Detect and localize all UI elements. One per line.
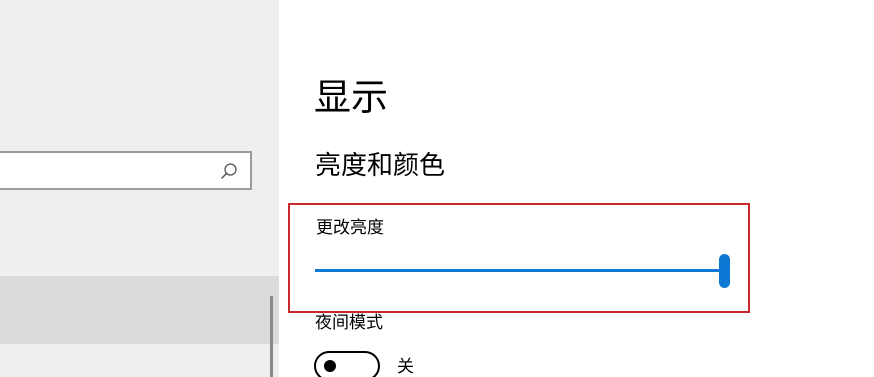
search-input[interactable] xyxy=(4,159,208,183)
sidebar-scrollbar[interactable] xyxy=(270,296,273,377)
night-light-label: 夜间模式 xyxy=(315,313,383,333)
sidebar xyxy=(0,0,279,377)
toggle-knob xyxy=(324,360,336,372)
brightness-label: 更改亮度 xyxy=(316,218,384,238)
night-light-toggle[interactable] xyxy=(314,351,380,377)
page-title: 显示 xyxy=(314,76,388,119)
brightness-slider-thumb[interactable] xyxy=(719,254,730,288)
search-box[interactable] xyxy=(0,151,252,190)
settings-window: 显示 亮度和颜色 更改亮度 夜间模式 关 xyxy=(0,0,874,377)
search-icon[interactable] xyxy=(220,162,238,180)
night-light-state-text: 关 xyxy=(397,357,414,377)
section-title: 亮度和颜色 xyxy=(315,151,446,181)
sidebar-item-selected[interactable] xyxy=(0,276,279,344)
brightness-slider-track[interactable] xyxy=(315,269,723,272)
